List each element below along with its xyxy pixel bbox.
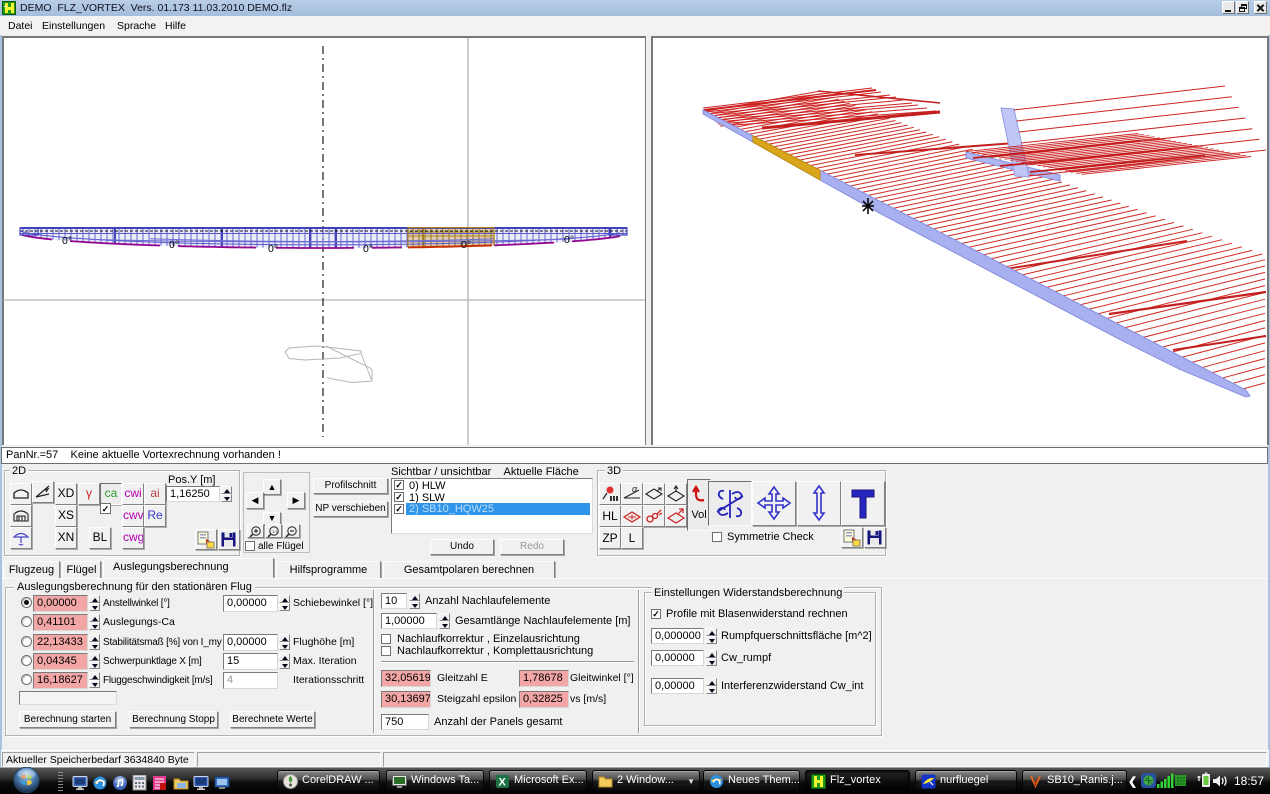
svg-text:0°: 0° <box>268 243 278 255</box>
svg-text:0°: 0° <box>564 234 574 246</box>
svg-text:1:1: 1:1 <box>272 529 278 534</box>
svg-text:0°: 0° <box>62 235 72 247</box>
svg-text:0°: 0° <box>169 239 179 251</box>
svg-text:X: X <box>499 777 507 789</box>
svg-text:0°: 0° <box>461 239 471 251</box>
svg-text:α: α <box>632 484 638 494</box>
svg-text:0°: 0° <box>363 243 373 255</box>
